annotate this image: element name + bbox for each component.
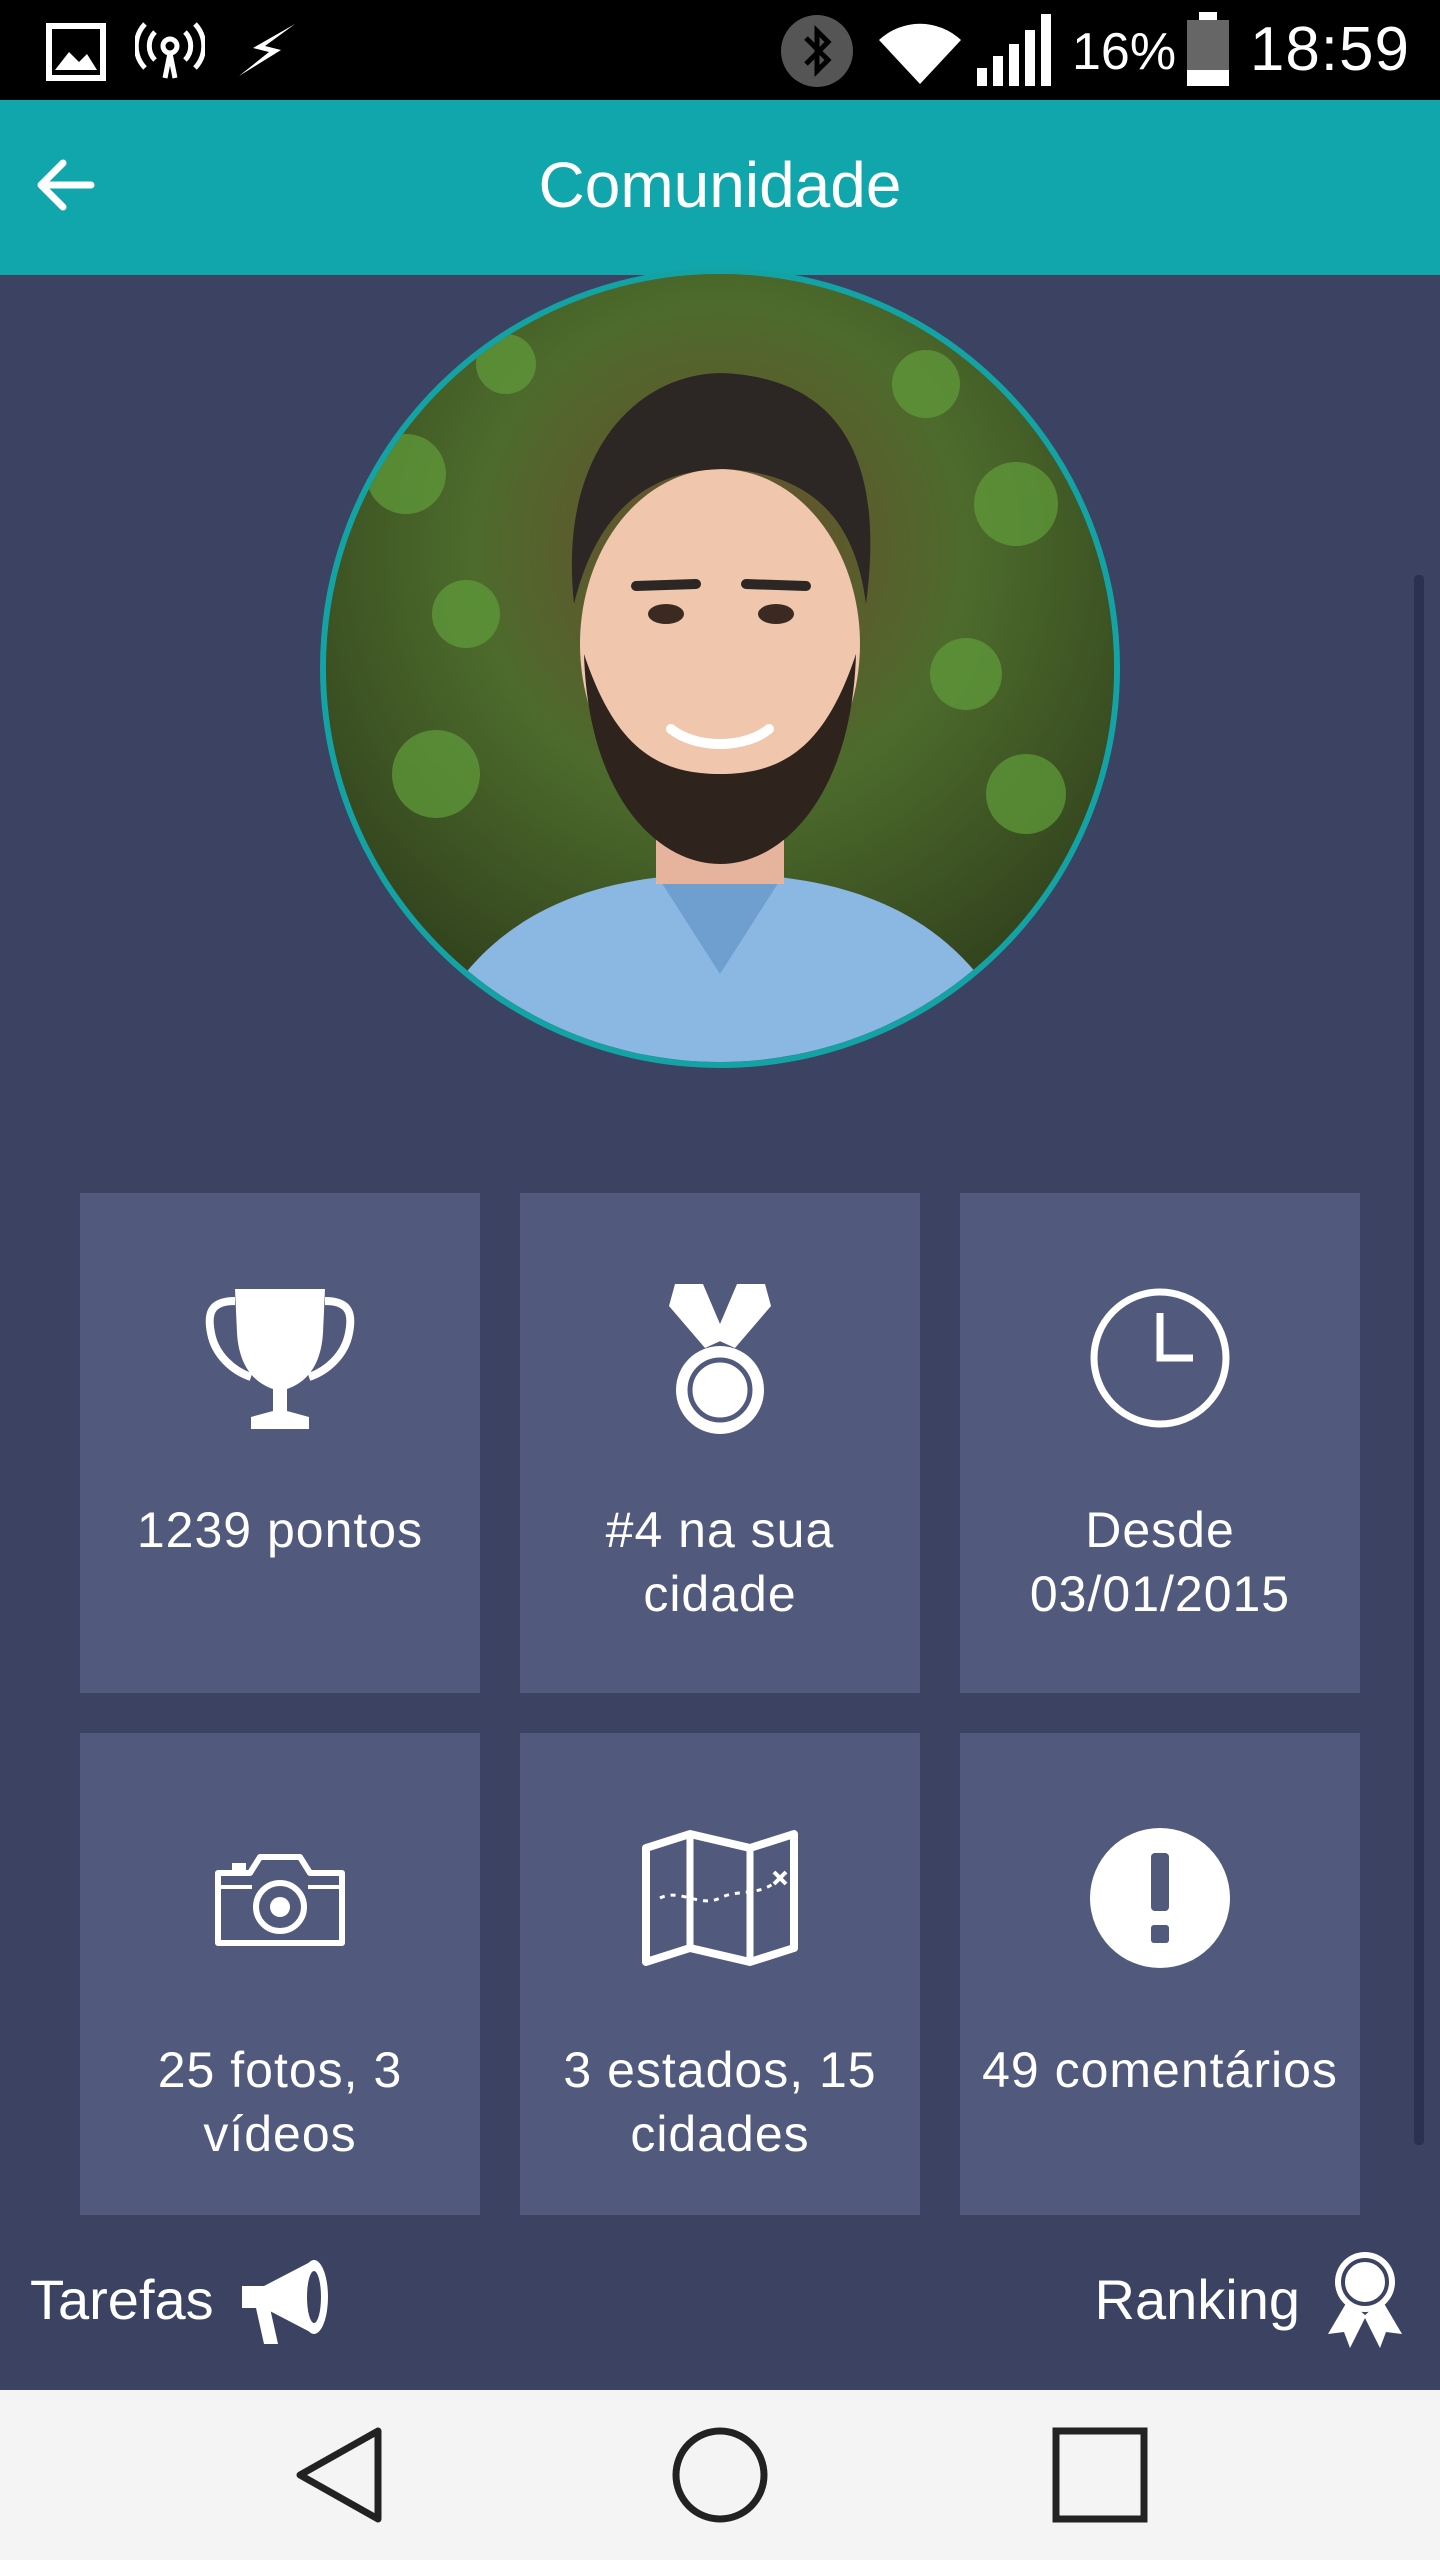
signal-icon: [977, 14, 1051, 86]
recents-square-icon: [1052, 2427, 1148, 2523]
profile-photo: [326, 274, 1114, 1062]
camera-icon: [215, 1854, 345, 1946]
battery-icon: [1187, 12, 1229, 86]
stat-card-places: 3 estados, 15 cidades: [520, 1733, 920, 2233]
award-ribbon-icon: [1328, 2252, 1402, 2348]
stat-card-media: 25 fotos, 3 vídeos: [80, 1733, 480, 2233]
clock-icon: [1090, 1288, 1230, 1428]
ranking-button[interactable]: Ranking: [1095, 2235, 1410, 2365]
scrollbar[interactable]: [1414, 575, 1424, 2145]
status-bar: 16% 18:59: [0, 0, 1440, 100]
system-nav-bar: [0, 2390, 1440, 2560]
battery-percent: 16%: [1072, 23, 1177, 81]
wifi-icon: [879, 23, 961, 84]
ranking-label: Ranking: [1094, 2268, 1300, 2331]
stat-card-city-rank: #4 na sua cidade: [520, 1193, 920, 1693]
map-icon: [642, 1830, 798, 1966]
nav-home-button[interactable]: [660, 2415, 780, 2535]
hotspot-icon: [135, 22, 205, 79]
city-rank-label: #4 na sua cidade: [605, 1502, 835, 1622]
stat-card-comments: 49 comentários: [960, 1733, 1360, 2233]
alert-icon: [1090, 1828, 1230, 1968]
medal-icon: [669, 1284, 771, 1434]
nav-recents-button[interactable]: [1040, 2415, 1160, 2535]
gallery-notification-icon: [46, 23, 106, 81]
back-triangle-icon: [296, 2427, 382, 2523]
member-since-label: Desde 03/01/2015: [1029, 1502, 1291, 1622]
clock-time: 18:59: [1249, 15, 1410, 84]
megaphone-icon: [241, 2260, 328, 2344]
tasks-label: Tarefas: [30, 2268, 214, 2331]
trophy-icon: [205, 1289, 355, 1429]
points-label: 1239 pontos: [136, 1502, 424, 1558]
page-title: Comunidade: [538, 149, 902, 221]
avatar[interactable]: [320, 268, 1120, 1068]
home-circle-icon: [672, 2427, 768, 2523]
media-label: 25 fotos, 3 vídeos: [157, 2042, 403, 2162]
action-bar: Tarefas Ranking: [0, 2215, 1440, 2390]
comments-label: 49 comentários: [982, 2042, 1338, 2098]
stat-card-member-since: Desde 03/01/2015: [960, 1193, 1360, 1693]
stat-card-points: 1239 pontos: [80, 1193, 480, 1693]
tasks-button[interactable]: Tarefas: [30, 2235, 334, 2365]
nav-back-button[interactable]: [280, 2415, 400, 2535]
charging-icon: [239, 24, 295, 76]
places-label: 3 estados, 15 cidades: [563, 2042, 877, 2162]
app-bar: Comunidade: [0, 100, 1440, 275]
bluetooth-icon: [781, 15, 853, 87]
